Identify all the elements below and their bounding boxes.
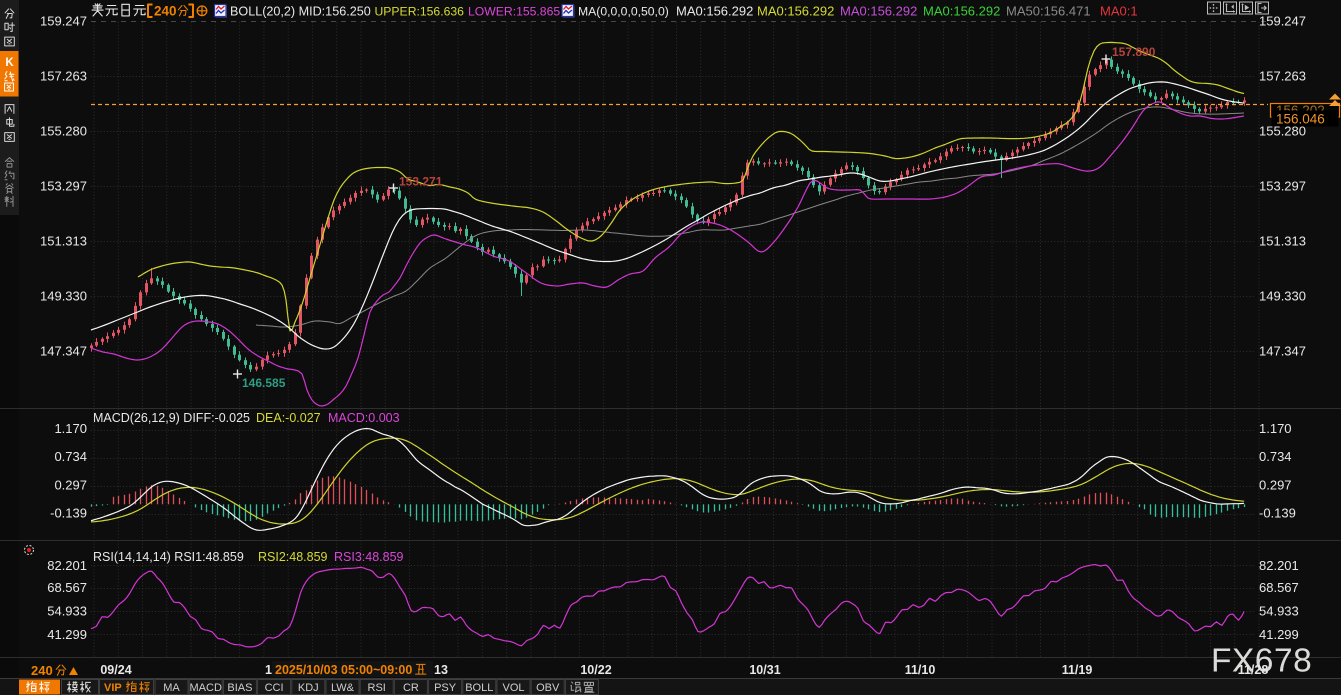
svg-text:0.297: 0.297 (54, 478, 87, 493)
svg-text:LW&: LW& (331, 682, 355, 694)
svg-text:41.299: 41.299 (1259, 627, 1299, 642)
svg-text:149.330: 149.330 (1259, 289, 1306, 304)
svg-text:MA0:156.292: MA0:156.292 (676, 4, 753, 19)
svg-text:CCI: CCI (265, 682, 284, 694)
svg-text:240: 240 (31, 663, 53, 678)
svg-text:RSI(14,14,14) RSI1:48.859: RSI(14,14,14) RSI1:48.859 (93, 550, 244, 564)
svg-text:CR: CR (403, 682, 419, 694)
svg-text:157.263: 157.263 (1259, 69, 1306, 84)
svg-text:13: 13 (434, 663, 448, 677)
svg-text:LOWER:155.865: LOWER:155.865 (468, 5, 560, 19)
svg-text:41.299: 41.299 (47, 627, 87, 642)
svg-text:153.271: 153.271 (399, 175, 443, 189)
svg-text:MA: MA (163, 682, 180, 694)
svg-text:1: 1 (265, 663, 272, 677)
svg-text:RSI: RSI (368, 682, 386, 694)
svg-text:149.330: 149.330 (40, 289, 87, 304)
svg-text:1.170: 1.170 (54, 421, 87, 436)
svg-text:-0.139: -0.139 (50, 506, 87, 521)
svg-text:155.280: 155.280 (1259, 124, 1306, 139)
svg-text:MACD: MACD (190, 682, 222, 694)
svg-text:MA0:1: MA0:1 (1100, 4, 1138, 19)
svg-text:54.933: 54.933 (1259, 604, 1299, 619)
svg-text:UPPER:156.636: UPPER:156.636 (375, 5, 465, 19)
svg-text:10/31: 10/31 (749, 663, 780, 677)
svg-text:DEA:-0.027: DEA:-0.027 (256, 411, 321, 425)
svg-text:0.734: 0.734 (54, 449, 87, 464)
svg-text:0.734: 0.734 (1259, 449, 1292, 464)
svg-text:OBV: OBV (536, 682, 560, 694)
svg-text:PSY: PSY (434, 682, 457, 694)
svg-text:155.280: 155.280 (40, 124, 87, 139)
svg-text:0.297: 0.297 (1259, 478, 1292, 493)
svg-text:KDJ: KDJ (298, 682, 319, 694)
svg-text:MACD(26,12,9) DIFF:-0.025: MACD(26,12,9) DIFF:-0.025 (93, 411, 250, 425)
svg-text:54.933: 54.933 (47, 604, 87, 619)
svg-text:151.313: 151.313 (1259, 234, 1306, 249)
svg-text:1.170: 1.170 (1259, 421, 1292, 436)
svg-text:153.297: 153.297 (40, 179, 87, 194)
svg-text:VIP: VIP (104, 682, 122, 694)
svg-text:BOLL(20,2) MID:156.250: BOLL(20,2) MID:156.250 (230, 5, 371, 19)
svg-text:68.567: 68.567 (47, 580, 87, 595)
svg-text:MA0:156.292: MA0:156.292 (840, 4, 917, 19)
svg-text:68.567: 68.567 (1259, 580, 1299, 595)
svg-text:11/10: 11/10 (905, 663, 936, 677)
svg-text:147.347: 147.347 (40, 344, 87, 359)
svg-text:10/22: 10/22 (580, 663, 611, 677)
svg-text:146.585: 146.585 (242, 376, 286, 390)
svg-text:RSI3:48.859: RSI3:48.859 (334, 550, 404, 564)
svg-text:-0.139: -0.139 (1259, 506, 1296, 521)
svg-text:MA0:156.292: MA0:156.292 (757, 4, 834, 19)
svg-text:09/24: 09/24 (100, 663, 131, 677)
svg-text:BIAS: BIAS (227, 682, 252, 694)
svg-text:11/19: 11/19 (1062, 663, 1093, 677)
svg-text:82.201: 82.201 (1259, 558, 1299, 573)
svg-text:RSI2:48.859: RSI2:48.859 (258, 550, 328, 564)
svg-text:VOL: VOL (502, 682, 524, 694)
svg-text:MA0:156.292: MA0:156.292 (923, 4, 1000, 19)
svg-text:157.263: 157.263 (40, 69, 87, 84)
svg-text:147.347: 147.347 (1259, 344, 1306, 359)
svg-text:157.890: 157.890 (1112, 45, 1156, 59)
svg-text:240: 240 (154, 4, 177, 19)
svg-text:82.201: 82.201 (47, 558, 87, 573)
svg-text:MACD:0.003: MACD:0.003 (328, 411, 400, 425)
svg-text:153.297: 153.297 (1259, 179, 1306, 194)
svg-text:BOLL: BOLL (465, 682, 493, 694)
svg-text:MA50:156.471: MA50:156.471 (1006, 4, 1091, 19)
svg-text:2025/10/03 05:00~09:00: 2025/10/03 05:00~09:00 (275, 663, 412, 677)
svg-text:151.313: 151.313 (40, 234, 87, 249)
svg-text:K: K (5, 57, 14, 69)
svg-text:MA(0,0,0,0,50,0): MA(0,0,0,0,50,0) (578, 5, 669, 19)
svg-text:159.247: 159.247 (1259, 14, 1306, 29)
svg-text:11/28: 11/28 (1238, 663, 1269, 677)
svg-text:159.247: 159.247 (40, 14, 87, 29)
